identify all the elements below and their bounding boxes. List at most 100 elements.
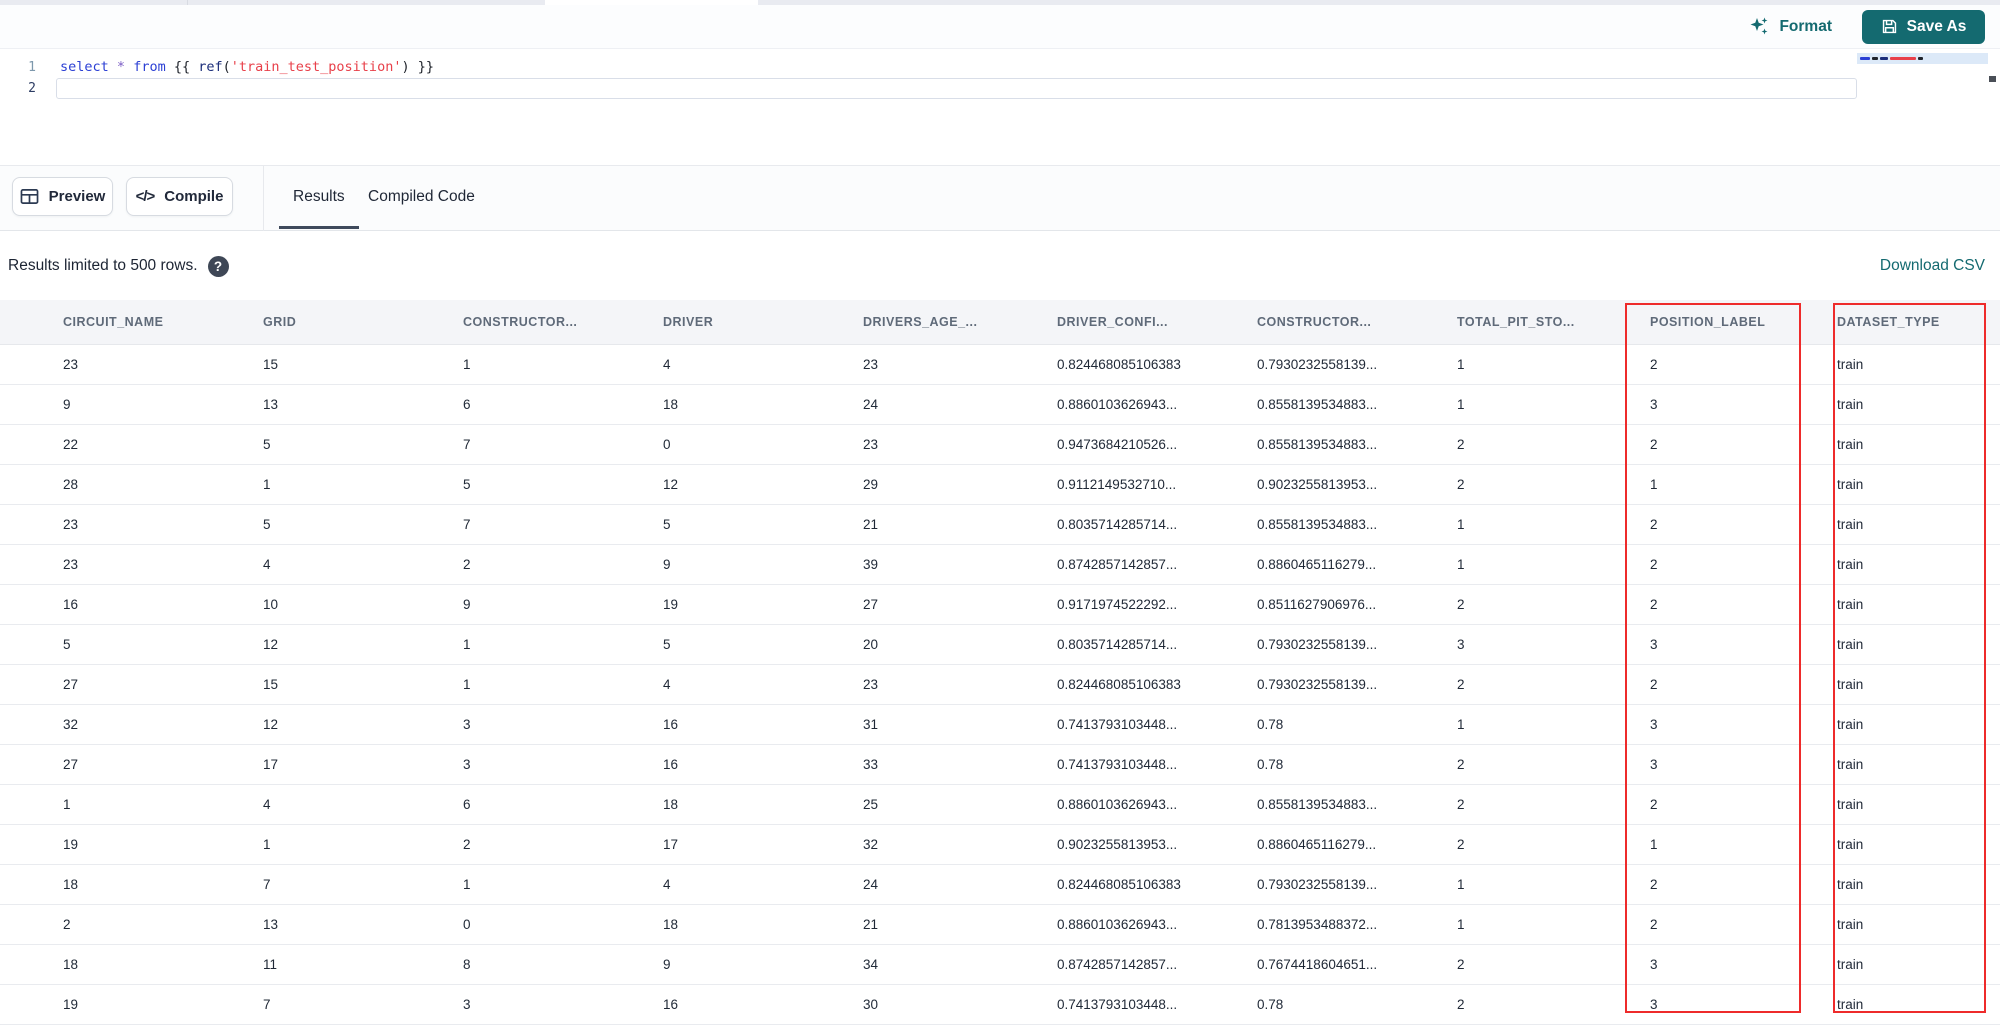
table-cell: 13 xyxy=(263,397,279,412)
table-cell: 0 xyxy=(663,437,671,452)
table-cell: 0.7413793103448... xyxy=(1057,997,1178,1012)
table-cell: 0.7413793103448... xyxy=(1057,717,1178,732)
table-cell: 16 xyxy=(663,717,679,732)
help-icon[interactable]: ? xyxy=(207,255,229,277)
table-cell: 34 xyxy=(863,957,879,972)
minimap-mark xyxy=(1872,57,1878,60)
table-row: 23 15 1 4 23 0.824468085106383 0.7930232558139… xyxy=(0,345,2000,385)
table-row: 23 4 2 9 39 0.8742857142857... 0.8860465116279… xyxy=(0,545,2000,585)
table-cell: 2 xyxy=(63,917,71,932)
table-cell: 2 xyxy=(1457,677,1465,692)
table-cell: 1 xyxy=(1457,717,1465,732)
table-cell: 27 xyxy=(63,757,79,772)
table-cell: 2 xyxy=(1457,477,1465,492)
table-cell: 22 xyxy=(63,437,79,452)
table-grid-icon xyxy=(20,188,39,205)
column-header-total-pit-sto-: TOTAL_PIT_STO... xyxy=(1457,315,1575,329)
table-row: 28 1 5 12 29 0.9112149532710... 0.902325581395… xyxy=(0,465,2000,505)
table-cell: 4 xyxy=(263,557,271,572)
table-cell: 0.7930232558139... xyxy=(1257,357,1378,372)
table-cell: 9 xyxy=(463,597,471,612)
table-cell: 0.7413793103448... xyxy=(1057,757,1178,772)
table-row: 9 13 6 18 24 0.8860103626943... 0.855813953488… xyxy=(0,385,2000,425)
table-cell: 2 xyxy=(1650,877,1658,892)
table-cell: 0.7930232558139... xyxy=(1257,877,1378,892)
results-bar: Results limited to 500 rows. ? Download … xyxy=(0,232,2000,300)
table-cell: 23 xyxy=(63,557,79,572)
table-cell: 6 xyxy=(463,797,471,812)
minimap-mark xyxy=(1880,57,1888,60)
editor-minimap[interactable] xyxy=(1857,53,1988,64)
table-cell: 32 xyxy=(63,717,79,732)
table-cell: 30 xyxy=(863,997,879,1012)
format-button[interactable]: Format xyxy=(1749,16,1832,37)
table-cell: 16 xyxy=(663,757,679,772)
table-row: 22 5 7 0 23 0.9473684210526... 0.8558139534883… xyxy=(0,425,2000,465)
table-cell: 0.8558139534883... xyxy=(1257,397,1378,412)
table-cell: 0.7813953488372... xyxy=(1257,917,1378,932)
results-panel-header: Preview </> Compile Results Compiled Cod… xyxy=(0,165,2000,231)
table-cell: 2 xyxy=(1650,597,1658,612)
table-cell: 5 xyxy=(663,517,671,532)
table-cell: train xyxy=(1837,797,1864,812)
table-cell: 1 xyxy=(463,357,471,372)
table-cell: train xyxy=(1837,397,1864,412)
compile-button[interactable]: </> Compile xyxy=(126,177,233,216)
table-cell: 7 xyxy=(463,437,471,452)
column-header-constructor-: CONSTRUCTOR... xyxy=(463,315,578,329)
table-cell: 0.8742857142857... xyxy=(1057,957,1178,972)
preview-button[interactable]: Preview xyxy=(12,177,113,216)
table-cell: 2 xyxy=(1650,557,1658,572)
table-cell: 1 xyxy=(463,637,471,652)
table-cell: 1 xyxy=(463,677,471,692)
table-cell: 8 xyxy=(463,957,471,972)
code-editor[interactable]: 1 2 select * from {{ ref('train_test_pos… xyxy=(0,48,2000,165)
line-number-2: 2 xyxy=(28,81,36,96)
column-header-position-label: POSITION_LABEL xyxy=(1650,315,1766,329)
table-cell: 21 xyxy=(863,917,879,932)
table-cell: 0.8860103626943... xyxy=(1057,797,1178,812)
table-cell: 15 xyxy=(263,357,279,372)
table-cell: 2 xyxy=(1457,957,1465,972)
table-cell: 1 xyxy=(1457,397,1465,412)
table-cell: 2 xyxy=(1650,517,1658,532)
table-cell: 19 xyxy=(63,997,79,1012)
save-as-button[interactable]: Save As xyxy=(1862,9,1985,44)
table-cell: 1 xyxy=(1650,837,1658,852)
table-cell: 21 xyxy=(863,517,879,532)
code-line-1[interactable]: select * from {{ ref('train_test_positio… xyxy=(60,57,434,77)
table-cell: 0.9023255813953... xyxy=(1057,837,1178,852)
table-cell: 17 xyxy=(663,837,679,852)
tab-results[interactable]: Results xyxy=(293,166,345,228)
minimap-mark xyxy=(1890,57,1916,60)
table-cell: 2 xyxy=(1457,997,1465,1012)
table-cell: 29 xyxy=(863,477,879,492)
table-cell: 1 xyxy=(1650,477,1658,492)
table-row: 2 13 0 18 21 0.8860103626943... 0.781395348837… xyxy=(0,905,2000,945)
table-cell: 0.8035714285714... xyxy=(1057,637,1178,652)
column-header-driver-confi-: DRIVER_CONFI... xyxy=(1057,315,1168,329)
active-line-highlight[interactable] xyxy=(56,78,1857,99)
table-cell: 0.8860465116279... xyxy=(1257,557,1377,572)
table-cell: train xyxy=(1837,357,1864,372)
table-row: 5 12 1 5 20 0.8035714285714... 0.7930232558139… xyxy=(0,625,2000,665)
table-cell: 7 xyxy=(263,997,271,1012)
table-cell: train xyxy=(1837,917,1864,932)
table-cell: 0.78 xyxy=(1257,717,1284,732)
table-cell: 9 xyxy=(663,557,671,572)
table-cell: 0.824468085106383 xyxy=(1057,877,1181,892)
scrollbar-marker xyxy=(1989,76,1996,82)
table-cell: 2 xyxy=(463,837,471,852)
table-cell: 1 xyxy=(263,837,271,852)
column-header-dataset-type: DATASET_TYPE xyxy=(1837,315,1940,329)
table-cell: 27 xyxy=(63,677,79,692)
tab-compiled-code[interactable]: Compiled Code xyxy=(368,166,475,228)
table-cell: train xyxy=(1837,757,1864,772)
table-cell: 3 xyxy=(1457,637,1465,652)
table-cell: 33 xyxy=(863,757,879,772)
table-cell: 0.9171974522292... xyxy=(1057,597,1178,612)
format-button-label: Format xyxy=(1779,17,1832,35)
download-csv-link[interactable]: Download CSV xyxy=(1880,257,1985,275)
save-as-button-label: Save As xyxy=(1906,17,1967,35)
column-header-circuit-name: CIRCUIT_NAME xyxy=(63,315,164,329)
